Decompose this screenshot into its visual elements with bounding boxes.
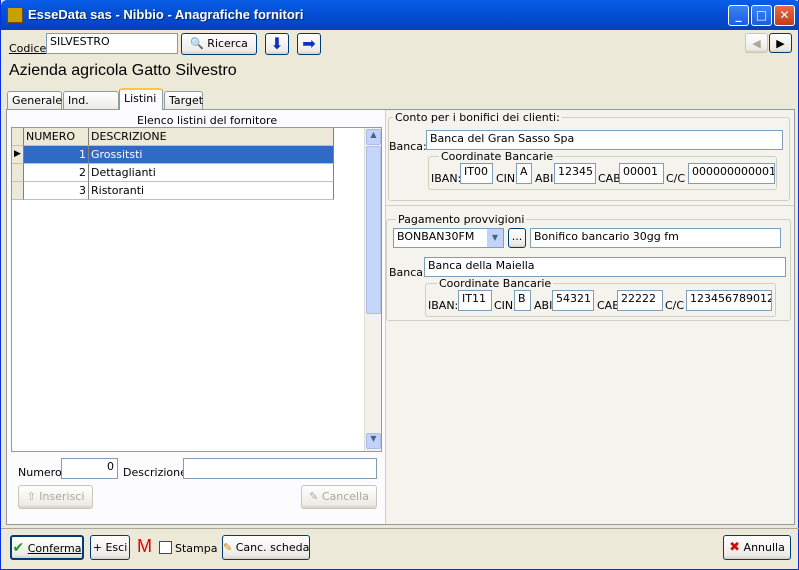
eraser-icon: ✎	[309, 490, 319, 503]
pagamento-lookup-button[interactable]: ...	[508, 228, 526, 248]
checkmark-icon: ✔	[12, 540, 25, 556]
chevron-down-icon[interactable]: ▼	[487, 229, 503, 247]
inserisci-button[interactable]: ⇧ Inserisci	[18, 485, 93, 509]
maximize-button[interactable]: □	[751, 5, 772, 26]
next-record-button[interactable]: ▶	[769, 33, 792, 53]
table-row[interactable]: Ristoranti	[89, 182, 334, 200]
ricerca-button[interactable]: 🔍 Ricerca	[181, 33, 257, 55]
conto-cab-label: CAB	[598, 172, 621, 185]
eraser-icon: ✎	[223, 541, 233, 554]
esci-button[interactable]: + Esci	[90, 535, 130, 560]
col-header-numero[interactable]: NUMERO	[24, 128, 89, 146]
conto-banca-input[interactable]: Banca del Gran Sasso Spa	[426, 130, 783, 150]
numero-input[interactable]: 0	[61, 458, 118, 479]
table-row[interactable]: 1	[24, 146, 89, 164]
tab-generale[interactable]: Generale	[7, 91, 62, 109]
pagamento-cin-input[interactable]: B	[514, 290, 531, 311]
pagamento-iban-label: IBAN:	[428, 299, 459, 312]
table-row[interactable]: Grossitsti	[89, 146, 334, 164]
listini-title: Elenco listini del fornitore	[137, 114, 278, 127]
close-button[interactable]: ✕	[774, 5, 795, 26]
window-title: EsseData sas - Nibbio - Anagrafiche forn…	[28, 7, 304, 22]
col-header-descrizione[interactable]: DESCRIZIONE	[89, 128, 334, 146]
title-bar[interactable]: EsseData sas - Nibbio - Anagrafiche forn…	[1, 0, 799, 30]
cancella-button[interactable]: ✎ Cancella	[301, 485, 377, 509]
pagamento-select[interactable]: BONBAN30FM ▼	[393, 228, 504, 248]
conto-cc-label: C/C	[666, 172, 686, 185]
conto-cab-input[interactable]: 00001	[619, 163, 664, 184]
conto-coord-title: Coordinate Bancarie	[439, 150, 556, 163]
codice-input[interactable]: SILVESTRO	[46, 33, 178, 54]
pagamento-descr-input[interactable]: Bonifico bancario 30gg fm	[530, 228, 781, 248]
pagamento-coord-title: Coordinate Bancarie	[437, 277, 554, 290]
stampa-label: Stampa	[175, 542, 218, 555]
prev-record-button[interactable]: ◀	[745, 33, 768, 53]
pagamento-cc-input[interactable]: 123456789012	[686, 290, 772, 311]
table-row[interactable]: 3	[24, 182, 89, 200]
tab-ind-email[interactable]: Ind. Email	[63, 91, 119, 120]
conto-cc-input[interactable]: 000000000001	[688, 163, 775, 184]
table-row[interactable]: 2	[24, 164, 89, 182]
arrow-up-icon: ⇧	[26, 490, 36, 503]
pagamento-abi-input[interactable]: 54321	[552, 290, 594, 311]
row-indicator-icon: ▶	[12, 146, 24, 164]
conto-abi-label: ABI	[535, 172, 554, 185]
conto-title: Conto per i bonifici dei clienti:	[393, 111, 562, 124]
pagamento-abi-label: ABI	[534, 299, 553, 312]
pagamento-banca-input[interactable]: Banca della Maiella	[424, 257, 786, 277]
pagamento-cin-label: CIN	[494, 299, 514, 312]
conferma-button[interactable]: ✔ Conferma	[10, 535, 84, 560]
scroll-up-icon[interactable]: ▲	[366, 129, 381, 145]
pagamento-iban-input[interactable]: IT11	[458, 290, 492, 311]
canc-scheda-button[interactable]: ✎ Canc. scheda	[222, 535, 310, 560]
codice-label: Codice:	[9, 42, 50, 55]
conto-iban-label: IBAN:	[431, 172, 462, 185]
numero-label: Numero:	[18, 466, 66, 479]
main-window: EsseData sas - Nibbio - Anagrafiche forn…	[0, 0, 799, 570]
company-name: Azienda agricola Gatto Silvestro	[9, 62, 237, 79]
descrizione-input[interactable]	[183, 458, 377, 479]
tab-panel: Elenco listini del fornitore NUMERO DESC…	[6, 109, 795, 525]
scroll-down-icon[interactable]: ▼	[366, 433, 381, 449]
conto-banca-label: Banca:	[389, 140, 427, 153]
pagamento-banca-label: Banca	[389, 266, 424, 279]
arrow-down-icon[interactable]: ⬇	[265, 33, 289, 55]
conto-cin-label: CIN	[496, 172, 516, 185]
app-icon	[7, 7, 23, 23]
tab-listini[interactable]: Listini	[119, 88, 163, 110]
scroll-thumb[interactable]	[366, 146, 381, 314]
tab-target[interactable]: Target	[164, 91, 203, 109]
pagamento-cab-input[interactable]: 22222	[617, 290, 663, 311]
cross-icon: ✖	[729, 540, 741, 555]
conto-abi-input[interactable]: 12345	[554, 163, 596, 184]
arrow-right-icon[interactable]: ➡	[297, 33, 321, 55]
pagamento-title: Pagamento provvigioni	[396, 213, 527, 226]
conto-iban-input[interactable]: IT00	[460, 163, 493, 184]
m-indicator: M	[137, 536, 152, 556]
listini-grid[interactable]: NUMERO DESCRIZIONE ▶ 1 Grossitsti 2 Dett…	[11, 127, 382, 452]
descrizione-label: Descrizione:	[123, 466, 191, 479]
table-row[interactable]: Dettaglianti	[89, 164, 334, 182]
search-icon: 🔍	[190, 37, 204, 50]
listini-scrollbar[interactable]: ▲ ▼	[364, 128, 381, 451]
pagamento-cc-label: C/C	[665, 299, 685, 312]
stampa-checkbox[interactable]	[159, 541, 172, 554]
conto-cin-input[interactable]: A	[516, 163, 532, 184]
minimize-button[interactable]: _	[728, 5, 749, 26]
annulla-button[interactable]: ✖ Annulla	[723, 535, 791, 560]
